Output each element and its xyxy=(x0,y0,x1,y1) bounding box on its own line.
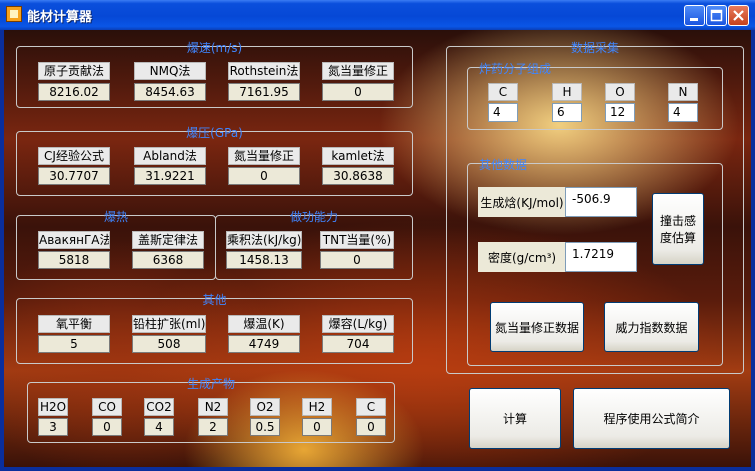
pressure-label-cj: CJ经验公式 xyxy=(38,147,110,165)
enthalpy-input[interactable]: -506.9 xyxy=(565,187,637,217)
composition-input-h[interactable]: 6 xyxy=(552,103,582,122)
density-label: 密度(g/cm³) xyxy=(478,242,566,272)
pressure-value-nitrogen: 0 xyxy=(228,167,300,185)
pressure-label-kamlet: kamlet法 xyxy=(322,147,394,165)
product-label-n2: N2 xyxy=(198,398,228,416)
heat-label-avakyan: AвакянГА法 xyxy=(38,231,110,249)
title-bar[interactable]: 能材计算器 xyxy=(0,0,755,30)
composition-input-n[interactable]: 4 xyxy=(668,103,698,122)
pressure-value-abland: 31.9221 xyxy=(134,167,206,185)
minimize-icon xyxy=(690,18,698,21)
velocity-label-nitrogen: 氮当量修正 xyxy=(322,62,394,80)
other-value-volume: 704 xyxy=(322,335,394,353)
product-label-co2: CO2 xyxy=(144,398,174,416)
product-value-n2: 2 xyxy=(198,418,228,436)
composition-input-c[interactable]: 4 xyxy=(488,103,518,122)
enthalpy-label: 生成焓(KJ/mol) xyxy=(478,187,566,217)
group-title: 爆热 xyxy=(103,210,129,224)
other-label-temp: 爆温(K) xyxy=(228,315,300,333)
density-input[interactable]: 1.7219 xyxy=(565,242,637,272)
product-label-h2: H2 xyxy=(302,398,332,416)
group-title: 其他 xyxy=(202,293,227,307)
client-area: 爆速(m/s) 原子贡献法 8216.02 NMQ法 8454.63 Roths… xyxy=(4,30,751,467)
window-title: 能材计算器 xyxy=(27,10,93,25)
heat-value-avakyan: 5818 xyxy=(38,251,110,269)
calculate-button[interactable]: 计算 xyxy=(469,388,561,449)
product-value-co2: 4 xyxy=(144,418,174,436)
velocity-value-nitrogen: 0 xyxy=(322,83,394,101)
heat-label-hess: 盖斯定律法 xyxy=(132,231,204,249)
product-label-c: C xyxy=(356,398,386,416)
composition-input-o[interactable]: 12 xyxy=(605,103,635,122)
nitrogen-data-button[interactable]: 氮当量修正数据 xyxy=(490,302,584,352)
product-value-co: 0 xyxy=(92,418,122,436)
heat-value-hess: 6368 xyxy=(132,251,204,269)
velocity-value-atomic: 8216.02 xyxy=(38,83,110,101)
group-title: 爆压(GPa) xyxy=(186,126,243,140)
group-title: 爆速(m/s) xyxy=(186,41,243,55)
velocity-label-atomic: 原子贡献法 xyxy=(38,62,110,80)
velocity-label-nmq: NMQ法 xyxy=(134,62,206,80)
power-index-button[interactable]: 威力指数数据 xyxy=(604,302,699,352)
other-value-temp: 4749 xyxy=(228,335,300,353)
product-value-o2: 0.5 xyxy=(250,418,280,436)
other-label-volume: 爆容(L/kg) xyxy=(322,315,394,333)
velocity-value-rothstein: 7161.95 xyxy=(228,83,300,101)
close-icon xyxy=(733,10,744,21)
product-label-co: CO xyxy=(92,398,122,416)
composition-label-h: H xyxy=(552,83,582,101)
pressure-value-cj: 30.7707 xyxy=(38,167,110,185)
pressure-label-nitrogen: 氮当量修正 xyxy=(228,147,300,165)
group-title: 生成产物 xyxy=(186,377,236,391)
composition-label-c: C xyxy=(488,83,518,101)
impact-sensitivity-button[interactable]: 撞击感度估算 xyxy=(652,193,704,265)
group-title: 做功能力 xyxy=(289,210,339,224)
velocity-value-nmq: 8454.63 xyxy=(134,83,206,101)
other-label-lead: 铅柱扩张(ml) xyxy=(132,315,206,333)
work-label-tnt: TNT当量(%) xyxy=(320,231,394,249)
maximize-button[interactable] xyxy=(706,5,727,26)
app-window: 能材计算器 爆速(m/s) 原子贡献法 8216.02 NMQ法 8454.63… xyxy=(0,0,755,471)
composition-label-n: N xyxy=(668,83,698,101)
work-label-product: 乘积法(kJ/kg) xyxy=(226,231,302,249)
pressure-value-kamlet: 30.8638 xyxy=(322,167,394,185)
other-value-lead: 508 xyxy=(132,335,206,353)
maximize-icon xyxy=(710,9,723,22)
other-label-oxygen: 氧平衡 xyxy=(38,315,110,333)
product-value-c: 0 xyxy=(356,418,386,436)
composition-label-o: O xyxy=(605,83,635,101)
product-label-h2o: H2O xyxy=(38,398,68,416)
app-icon xyxy=(6,6,22,22)
product-value-h2o: 3 xyxy=(38,418,68,436)
velocity-label-rothstein: Rothstein法 xyxy=(228,62,300,80)
group-title: 数据采集 xyxy=(570,41,620,55)
work-value-tnt: 0 xyxy=(320,251,394,269)
work-value-product: 1458.13 xyxy=(226,251,302,269)
pressure-label-abland: Abland法 xyxy=(134,147,206,165)
other-value-oxygen: 5 xyxy=(38,335,110,353)
product-value-h2: 0 xyxy=(302,418,332,436)
product-label-o2: O2 xyxy=(250,398,280,416)
minimize-button[interactable] xyxy=(684,5,705,26)
formula-intro-button[interactable]: 程序使用公式简介 xyxy=(573,388,730,449)
group-title: 其他数据 xyxy=(479,158,528,172)
close-button[interactable] xyxy=(728,5,749,26)
group-title: 炸药分子组成 xyxy=(479,62,552,76)
